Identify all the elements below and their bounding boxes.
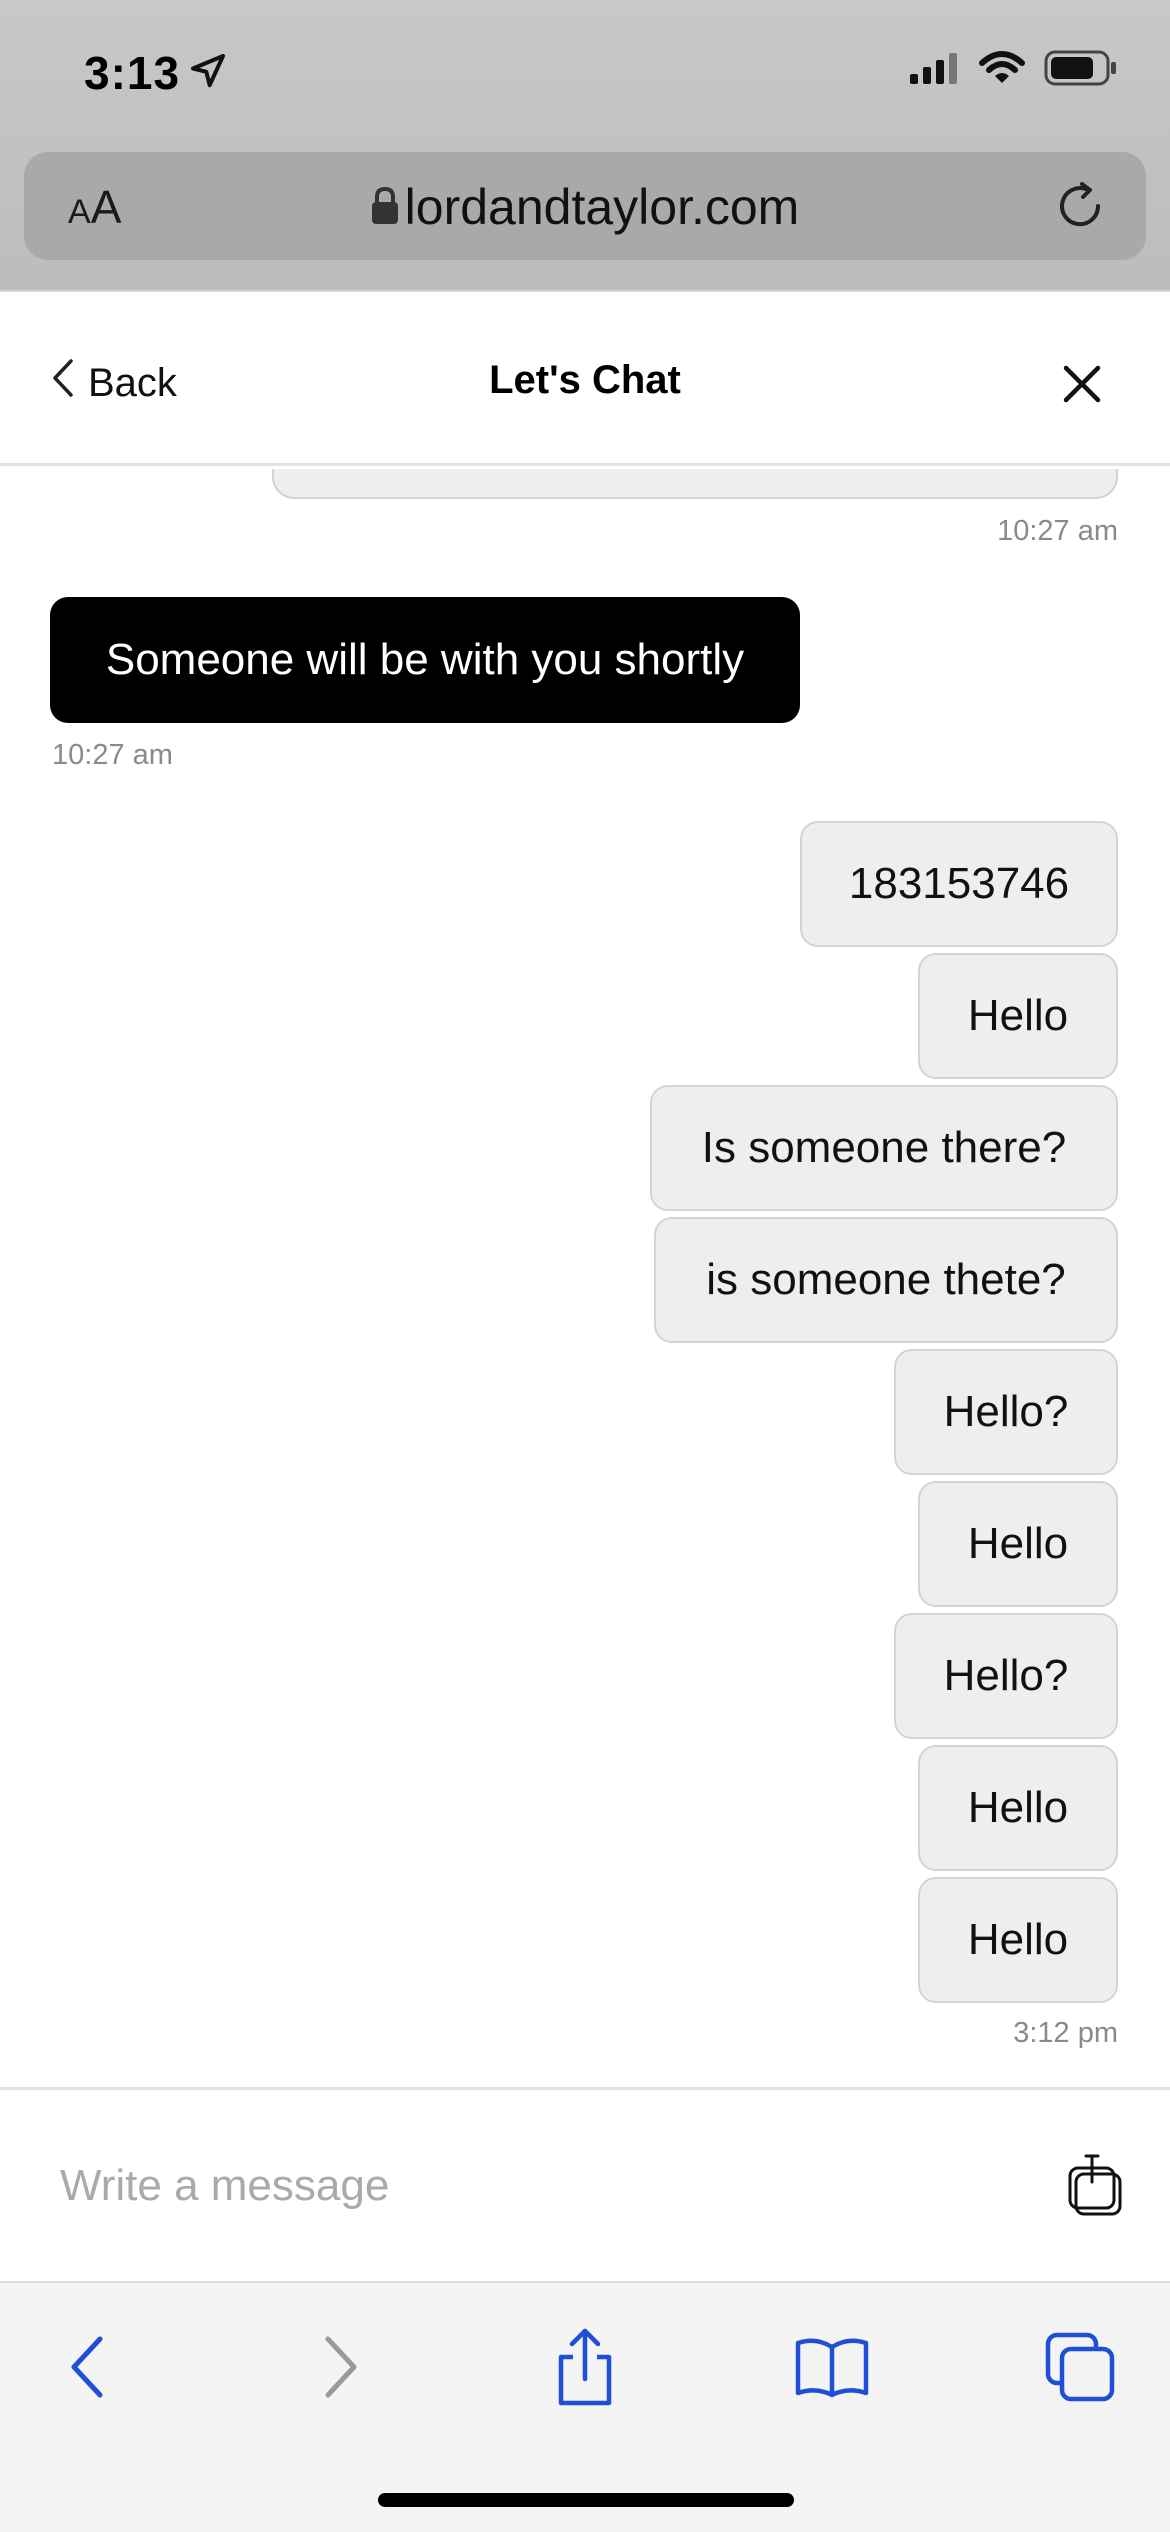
- message-list[interactable]: 10:27 am Someone will be with you shortl…: [0, 469, 1170, 2087]
- url-display[interactable]: lordandtaylor.com: [24, 178, 1146, 237]
- agent-message-bubble: Someone will be with you shortly: [50, 597, 800, 723]
- battery-icon: [1044, 50, 1118, 91]
- message-input[interactable]: [60, 2150, 960, 2222]
- attachment-icon[interactable]: [1066, 2152, 1126, 2216]
- user-message-bubble: Is someone there?: [650, 1085, 1118, 1211]
- browser-toolbar: [0, 2281, 1170, 2532]
- status-time-group: 3:13: [84, 44, 228, 102]
- user-message-bubble: Hello: [918, 1481, 1118, 1607]
- user-message-bubble: Hello: [918, 1877, 1118, 2003]
- status-time: 3:13: [84, 47, 181, 99]
- bookmarks-icon[interactable]: [790, 2325, 874, 2409]
- home-indicator[interactable]: [378, 2493, 794, 2507]
- status-indicators: [890, 50, 1118, 91]
- tabs-icon[interactable]: [1038, 2325, 1122, 2409]
- location-arrow-icon: [188, 48, 228, 102]
- user-message-bubble: Hello: [918, 1745, 1118, 1871]
- address-bar[interactable]: AA lordandtaylor.com: [24, 152, 1146, 260]
- close-icon[interactable]: [1062, 364, 1102, 404]
- nav-forward-icon[interactable]: [298, 2325, 382, 2409]
- user-message-timestamp: 3:12 pm: [1013, 2017, 1118, 2049]
- lock-icon: [371, 179, 399, 237]
- user-message-bubble: is someone thete?: [654, 1217, 1118, 1343]
- cellular-signal-icon: [908, 52, 960, 89]
- user-message-bubble: Hello?: [894, 1349, 1118, 1475]
- agent-message-timestamp: 10:27 am: [52, 739, 173, 771]
- wifi-icon: [978, 51, 1026, 90]
- message-timestamp: 10:27 am: [997, 515, 1118, 547]
- chat-title: Let's Chat: [489, 358, 681, 402]
- nav-back-icon[interactable]: [46, 2325, 130, 2409]
- composer: [0, 2087, 1170, 2281]
- reload-icon[interactable]: [1052, 178, 1108, 234]
- share-icon[interactable]: [543, 2325, 627, 2409]
- chat-header: Back Let's Chat: [0, 294, 1170, 466]
- user-message-bubble: Hello: [918, 953, 1118, 1079]
- url-text: lordandtaylor.com: [404, 179, 800, 235]
- user-message-bubble: Hello?: [894, 1613, 1118, 1739]
- user-message-bubble: 183153746: [800, 821, 1118, 947]
- browser-top-bar: 3:13 AA lordandtaylor.com: [0, 0, 1170, 292]
- previous-message-bubble: [272, 469, 1118, 499]
